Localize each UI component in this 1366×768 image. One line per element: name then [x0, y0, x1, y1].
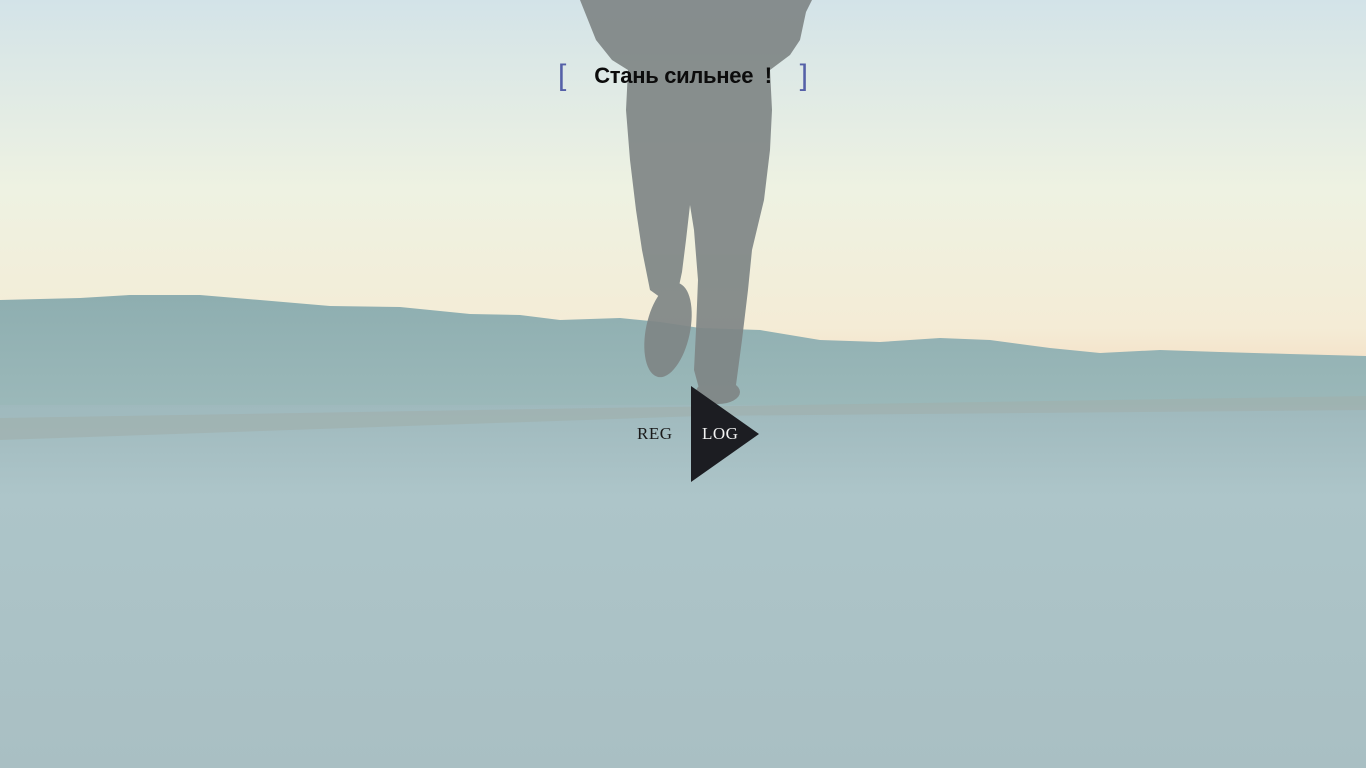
tagline: [ Стань сильнее ! ]: [558, 58, 808, 94]
background-photo: [0, 0, 1366, 768]
right-bracket: ]: [799, 59, 808, 92]
auth-switch: REG LOG: [630, 386, 770, 484]
left-bracket: [: [558, 59, 567, 92]
login-link[interactable]: LOG: [702, 424, 738, 444]
register-link[interactable]: REG: [637, 424, 673, 444]
slogan-text: Стань сильнее !: [594, 63, 772, 88]
